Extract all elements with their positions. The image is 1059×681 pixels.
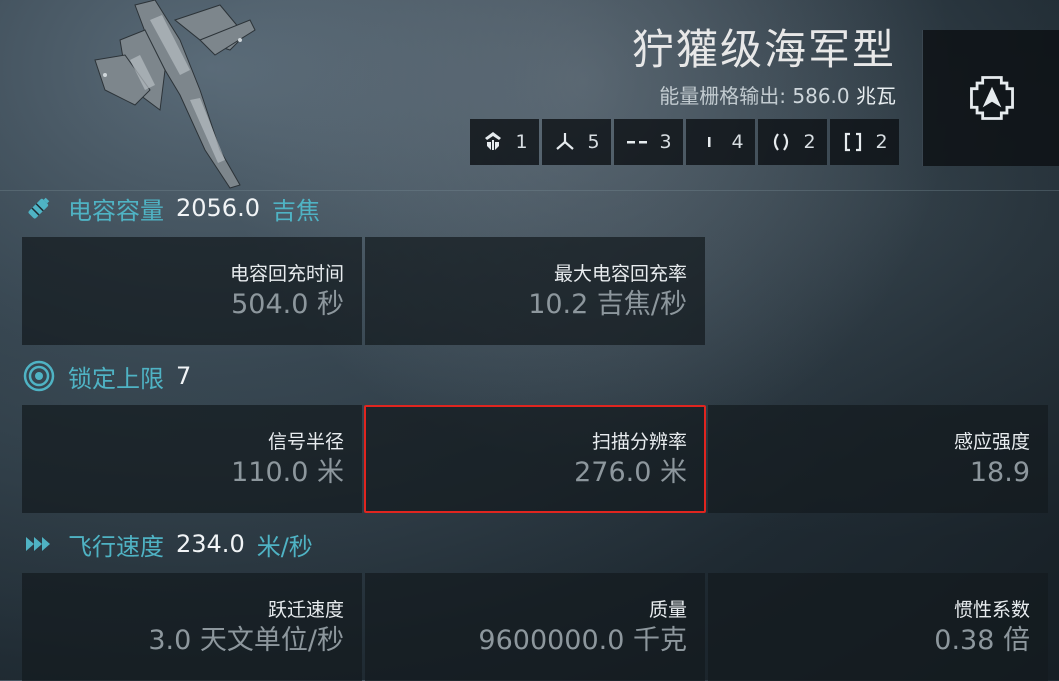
stat-cell-mass: 质量 9600000.0 千克 xyxy=(365,573,705,681)
navigation-section-header: 飞行速度 234.0 米/秒 xyxy=(22,524,313,564)
stat-cell-sensor-strength: 感应强度 18.9 xyxy=(708,405,1048,513)
stat-value: 0.38 倍 xyxy=(934,625,1030,656)
max-velocity-label: 飞行速度 xyxy=(68,532,164,561)
capacitor-section-header: 电容容量 2056.0 吉焦 xyxy=(22,188,320,228)
capacitor-stats-row: 电容回充时间 504.0 秒 最大电容回充率 10.2 吉焦/秒 xyxy=(22,237,705,345)
high-slot-icon xyxy=(627,141,648,144)
low-slot-icon xyxy=(774,133,789,151)
stat-value: 3.0 天文单位/秒 xyxy=(148,625,344,656)
ship-role-icon xyxy=(969,76,1014,120)
targeting-section-header: 锁定上限 7 xyxy=(22,356,191,396)
ship-name-title: 狞獾级海军型 xyxy=(631,25,896,74)
target-lock-icon xyxy=(23,360,55,392)
stat-value: 110.0 米 xyxy=(231,457,344,488)
rig-slot-count: 2 xyxy=(875,131,888,153)
capacitor-battery-icon xyxy=(28,197,50,219)
mid-slot-icon xyxy=(708,137,711,147)
low-slot[interactable]: 2 xyxy=(758,119,827,165)
fitting-slots-bar: 1 5 3 4 2 2 xyxy=(470,119,899,165)
powergrid-output: 能量栅格输出: 586.0 兆瓦 xyxy=(659,80,896,109)
powergrid-label: 能量栅格输出: xyxy=(659,84,787,108)
max-targets-value: 7 xyxy=(176,362,192,390)
navigation-stats-row: 跃迁速度 3.0 天文单位/秒 质量 9600000.0 千克 惯性系数 0.3… xyxy=(22,573,1048,681)
stat-value: 18.9 xyxy=(969,457,1030,488)
ship-render-image xyxy=(94,0,256,189)
low-slot-count: 2 xyxy=(803,131,816,153)
ship-role-panel[interactable] xyxy=(922,30,1059,166)
launcher-hardpoint-slot[interactable]: 5 xyxy=(542,119,611,165)
stat-cell-peak-recharge: 最大电容回充率 10.2 吉焦/秒 xyxy=(365,237,705,345)
mid-slot[interactable]: 4 xyxy=(686,119,755,165)
stat-label: 质量 xyxy=(648,599,687,621)
powergrid-value: 586.0 xyxy=(792,84,850,108)
stat-label: 跃迁速度 xyxy=(267,599,344,621)
stat-label: 惯性系数 xyxy=(953,599,1030,621)
mid-slot-count: 4 xyxy=(731,131,744,153)
stat-label: 感应强度 xyxy=(953,431,1030,453)
stat-cell-warp-speed: 跃迁速度 3.0 天文单位/秒 xyxy=(22,573,362,681)
stat-cell-inertia-modifier: 惯性系数 0.38 倍 xyxy=(708,573,1048,681)
high-slot-count: 3 xyxy=(659,131,672,153)
launcher-hardpoint-count: 5 xyxy=(587,131,600,153)
max-velocity-unit: 米/秒 xyxy=(256,532,313,561)
max-targets-label: 锁定上限 xyxy=(68,364,164,393)
scan-resolution-highlight-box xyxy=(364,405,706,513)
rig-slot[interactable]: 2 xyxy=(830,119,899,165)
capacitor-value: 2056.0 xyxy=(176,194,260,222)
capacitor-label: 电容容量 xyxy=(68,196,164,225)
stat-value: 10.2 吉焦/秒 xyxy=(528,289,687,320)
stat-label: 电容回充时间 xyxy=(229,263,344,285)
turret-hardpoint-slot[interactable]: 1 xyxy=(470,119,539,165)
turret-hardpoint-icon xyxy=(485,132,502,150)
stat-label: 最大电容回充率 xyxy=(553,263,687,285)
high-slot[interactable]: 3 xyxy=(614,119,683,165)
powergrid-unit: 兆瓦 xyxy=(856,84,896,108)
rig-slot-icon xyxy=(845,132,862,152)
launcher-hardpoint-icon xyxy=(556,133,575,150)
velocity-chevrons-icon xyxy=(26,537,50,551)
stat-cell-recharge-time: 电容回充时间 504.0 秒 xyxy=(22,237,362,345)
stat-value: 9600000.0 千克 xyxy=(478,625,687,656)
stat-value: 504.0 秒 xyxy=(231,289,344,320)
stat-cell-signature-radius: 信号半径 110.0 米 xyxy=(22,405,362,513)
max-velocity-value: 234.0 xyxy=(176,530,245,558)
turret-hardpoint-count: 1 xyxy=(515,131,528,153)
capacitor-unit: 吉焦 xyxy=(271,196,320,225)
stat-label: 信号半径 xyxy=(267,431,344,453)
